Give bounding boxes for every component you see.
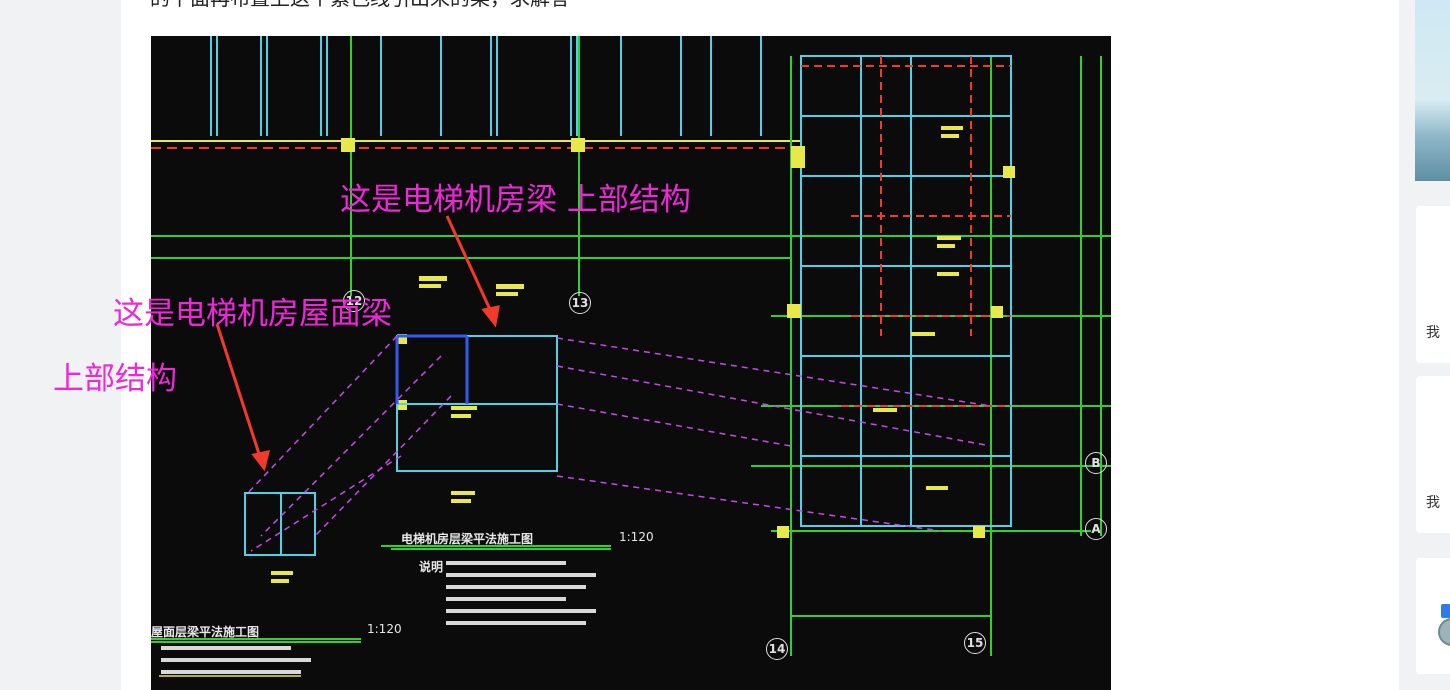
axis-label-a: A — [1085, 518, 1107, 540]
axis-label-14: 14 — [766, 638, 788, 660]
cad-caption-main: 电梯机房层梁平法施工图 — [401, 532, 534, 546]
cad-drawing-image[interactable]: 12 13 14 15 B A 电梯机房层梁平法施工图 1:120 说明 屋面层… — [151, 36, 1111, 690]
annotation-upper-beam: 这是电梯机房梁 上部结构 — [340, 182, 691, 218]
annotation-roof-beam-line2: 上部结构 — [53, 361, 177, 397]
sidebar-card-2-label: 我 — [1426, 495, 1440, 511]
cad-notes-title: 说明 — [419, 560, 444, 574]
axis-label-13: 13 — [569, 292, 591, 314]
sidebar-banner-image[interactable] — [1415, 0, 1450, 181]
question-text: 的下面再布置上这个紫色线引出来的梁，求解答 — [150, 0, 1050, 12]
cad-caption-left: 屋面层梁平法施工图 — [151, 625, 260, 639]
axis-label-b: B — [1085, 452, 1107, 474]
cad-caption-main-scale: 1:120 — [619, 530, 654, 544]
sidebar-card-1-label: 我 — [1426, 325, 1440, 341]
cad-caption-left-scale: 1:120 — [367, 622, 402, 636]
annotation-roof-beam-line1: 这是电梯机房屋面梁 — [113, 296, 392, 332]
axis-label-15: 15 — [964, 632, 986, 654]
right-sidebar: 我 我 — [1400, 0, 1450, 690]
cad-drawing-graphic — [151, 36, 1111, 677]
sidebar-badge-icon — [1441, 604, 1450, 618]
